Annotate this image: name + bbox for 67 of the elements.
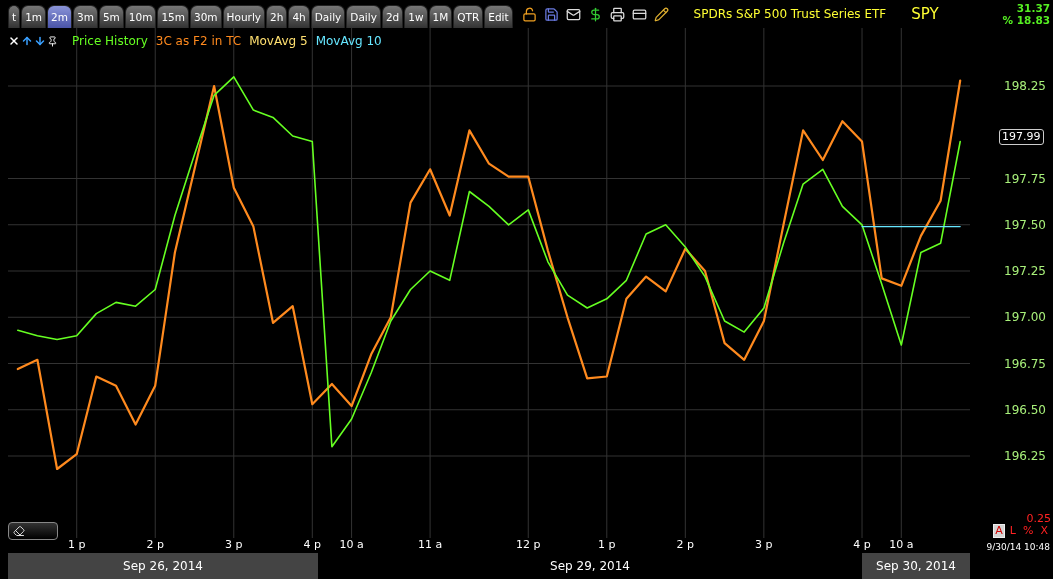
timeframe-tab[interactable]: 10m (124, 5, 157, 28)
quote-value: 31.37 (1016, 2, 1050, 14)
printer-icon[interactable] (609, 6, 625, 22)
x-axis-label: 2 p (146, 538, 164, 551)
eraser-icon (13, 525, 25, 537)
x-axis-label: 2 p (676, 538, 695, 551)
scale-option[interactable]: % (1021, 524, 1036, 538)
timeframe-tab[interactable]: QTR (453, 5, 484, 28)
timeframe-tab[interactable]: Daily (310, 5, 346, 28)
unlock-icon[interactable] (521, 6, 537, 22)
timeframe-tab[interactable]: 2d (381, 5, 404, 28)
y-axis-label: 196.50 (1004, 402, 1046, 417)
timeframe-tab[interactable]: 2h (266, 5, 288, 28)
last-price-tag: 197.99 (999, 129, 1044, 145)
x-axis-label: 10 a (889, 538, 914, 551)
close-icon[interactable] (8, 35, 20, 47)
timeframe-tab[interactable]: Edit (484, 5, 513, 28)
x-axis-label: 12 p (516, 538, 541, 551)
pencil-icon[interactable] (653, 6, 669, 22)
timeframe-tab[interactable]: 1m (21, 5, 47, 28)
timeframe-tab[interactable]: t (8, 5, 21, 28)
date-band: Sep 30, 2014 (862, 553, 970, 579)
timeframe-tab[interactable]: 2m (47, 5, 72, 28)
x-axis-label: 10 a (339, 538, 364, 551)
x-axis-label: 1 p (67, 538, 86, 551)
timeframe-tab[interactable]: 4h (288, 5, 310, 28)
arrow-up-icon[interactable] (21, 35, 33, 47)
legend-label: MovAvg 10 (315, 34, 382, 48)
security-title: SPDRs S&P 500 Trust Series ETF (693, 7, 887, 21)
x-axis-label: 3 p (755, 538, 773, 551)
timeframe-tab[interactable]: 1w (404, 5, 428, 28)
timeframe-tab[interactable]: 5m (98, 5, 124, 28)
legend-label: Price History (72, 34, 148, 48)
save-icon[interactable] (543, 6, 559, 22)
pin-icon[interactable] (47, 35, 58, 47)
timeframe-tab[interactable]: Daily (346, 5, 381, 28)
y-axis-label: 197.00 (1004, 310, 1046, 325)
timeframe-tab[interactable]: 15m (157, 5, 189, 28)
eraser-button[interactable] (8, 522, 58, 540)
ticker-symbol: SPY (911, 5, 939, 23)
timeframe-tab[interactable]: 30m (190, 5, 222, 28)
legend-label: 3C as F2 in TC (155, 34, 242, 48)
y-axis-label: 197.50 (1004, 217, 1046, 232)
mail-icon[interactable] (565, 6, 581, 22)
x-axis-label: 3 p (225, 538, 243, 551)
x-axis-label: 4 p (853, 538, 871, 551)
y-axis-label: 197.75 (1004, 171, 1046, 186)
scale-option[interactable]: A (993, 524, 1005, 538)
timeframe-tab[interactable]: 1M (428, 5, 453, 28)
legend-label: MovAvg 5 (249, 34, 308, 48)
x-axis-label: 1 p (598, 538, 616, 551)
scale-option[interactable]: X (1038, 524, 1050, 538)
y-axis-label: 197.25 (1004, 264, 1046, 278)
scale-value: 0.25 (1026, 512, 1051, 525)
date-band: Sep 26, 2014 (8, 553, 318, 579)
y-axis-label: 196.25 (1004, 449, 1046, 463)
timeframe-tab[interactable]: Hourly (222, 5, 266, 28)
y-axis-label: 196.75 (1004, 356, 1046, 371)
arrow-down-icon[interactable] (34, 35, 46, 47)
quote-percent: % 18.83 (1002, 14, 1050, 26)
y-axis-label: 198.25 (1004, 79, 1046, 93)
x-axis-label: 4 p (303, 538, 322, 551)
timestamp: 9/30/14 10:48 (986, 542, 1050, 552)
timeframe-tab[interactable]: 3m (72, 5, 98, 28)
card-icon[interactable] (631, 6, 647, 22)
scale-option[interactable]: L (1007, 524, 1018, 538)
x-axis-label: 11 a (418, 538, 443, 551)
